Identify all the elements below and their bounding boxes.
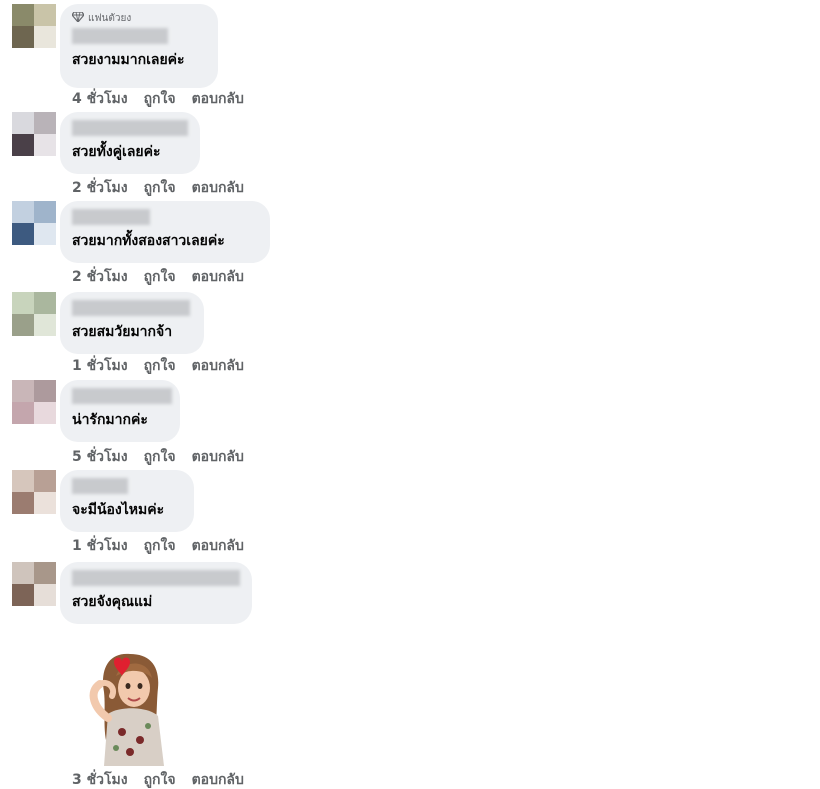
reply-button[interactable]: ตอบกลับ — [192, 269, 244, 285]
avatar-pixel — [34, 201, 56, 223]
reply-button[interactable]: ตอบกลับ — [192, 449, 244, 465]
diamond-icon — [72, 12, 84, 22]
comment-text: จะมีน้องไหมค่ะ — [72, 502, 165, 518]
avatar-pixel — [12, 134, 34, 156]
avatar-pixel — [12, 26, 34, 48]
avatar[interactable] — [12, 562, 56, 606]
like-button[interactable]: ถูกใจ — [144, 269, 176, 285]
comment-text: สวยทั้งคู่เลยค่ะ — [72, 144, 161, 160]
avatar-pixel — [12, 380, 34, 402]
comment-text: สวยสมวัยมากจ้า — [72, 324, 173, 340]
comment-text: น่ารักมากค่ะ — [72, 412, 148, 428]
avatar[interactable] — [12, 201, 56, 245]
avatar[interactable] — [12, 112, 56, 156]
like-button[interactable]: ถูกใจ — [144, 91, 176, 107]
comment-text: สวยงามมากเลยค่ะ — [72, 52, 185, 68]
reply-button[interactable]: ตอบกลับ — [192, 180, 244, 196]
commenter-name-blurred[interactable] — [72, 28, 168, 44]
avatar-pixel — [12, 562, 34, 584]
comment-bubble: แฟนตัวยง สวยงามมากเลยค่ะ — [60, 4, 218, 88]
avatar-pixel — [12, 112, 34, 134]
like-button[interactable]: ถูกใจ — [144, 358, 176, 374]
commenter-name-blurred[interactable] — [72, 300, 190, 316]
avatar[interactable] — [12, 380, 56, 424]
avatar-pixel — [34, 26, 56, 48]
comment-actions: 2 ชั่วโมง ถูกใจ ตอบกลับ — [72, 268, 260, 286]
avatar-pixel — [34, 470, 56, 492]
avatar-pixel — [12, 470, 34, 492]
commenter-name-blurred[interactable] — [72, 478, 128, 494]
comment-bubble: สวยจังคุณแม่ — [60, 562, 252, 624]
comment-actions: 2 ชั่วโมง ถูกใจ ตอบกลับ — [72, 179, 260, 197]
avatar-pixel — [12, 492, 34, 514]
avatar-pixel — [12, 4, 34, 26]
comment-actions: 1 ชั่วโมง ถูกใจ ตอบกลับ — [72, 537, 260, 555]
avatar-pixel — [12, 314, 34, 336]
reply-button[interactable]: ตอบกลับ — [192, 358, 244, 374]
comment-time[interactable]: 2 ชั่วโมง — [72, 180, 128, 196]
comment-text: สวยจังคุณแม่ — [72, 594, 153, 610]
avatar-pixel — [34, 314, 56, 336]
like-button[interactable]: ถูกใจ — [144, 449, 176, 465]
like-button[interactable]: ถูกใจ — [144, 538, 176, 554]
commenter-name-blurred[interactable] — [72, 120, 188, 136]
comment-actions: 3 ชั่วโมง ถูกใจ ตอบกลับ — [72, 771, 260, 789]
avatar[interactable] — [12, 4, 56, 48]
avatar-pixel — [12, 223, 34, 245]
avatar-pixel — [34, 584, 56, 606]
commenter-name-blurred[interactable] — [72, 209, 150, 225]
comment-time[interactable]: 5 ชั่วโมง — [72, 449, 128, 465]
comment-time[interactable]: 1 ชั่วโมง — [72, 538, 128, 554]
avatar-pixel — [12, 292, 34, 314]
like-button[interactable]: ถูกใจ — [144, 180, 176, 196]
avatar-pixel — [12, 402, 34, 424]
comment-bubble: สวยทั้งคู่เลยค่ะ — [60, 112, 200, 174]
avatar-pixel — [34, 402, 56, 424]
avatar-pixel — [34, 562, 56, 584]
comment-bubble: สวยสมวัยมากจ้า — [60, 292, 204, 354]
top-fan-badge: แฟนตัวยง — [72, 12, 206, 26]
comment-text: สวยมากทั้งสองสาวเลยค่ะ — [72, 233, 225, 249]
avatar-pixel — [12, 584, 34, 606]
comment-time[interactable]: 2 ชั่วโมง — [72, 269, 128, 285]
comment-time[interactable]: 4 ชั่วโมง — [72, 91, 128, 107]
commenter-name-blurred[interactable] — [72, 570, 240, 586]
avatar-pixel — [34, 4, 56, 26]
avatar-pixel — [34, 492, 56, 514]
comment-bubble: จะมีน้องไหมค่ะ — [60, 470, 194, 532]
avatar-pixel — [34, 292, 56, 314]
avatar-pixel — [34, 380, 56, 402]
avatar-pixel — [34, 134, 56, 156]
comment-time[interactable]: 3 ชั่วโมง — [72, 772, 128, 788]
avatar-pixel — [34, 223, 56, 245]
avatar-pixel — [34, 112, 56, 134]
avatar[interactable] — [12, 292, 56, 336]
reply-button[interactable]: ตอบกลับ — [192, 772, 244, 788]
reply-button[interactable]: ตอบกลับ — [192, 91, 244, 107]
commenter-name-blurred[interactable] — [72, 388, 172, 404]
avatar[interactable] — [12, 470, 56, 514]
comment-bubble: น่ารักมากค่ะ — [60, 380, 180, 442]
comment-actions: 4 ชั่วโมง ถูกใจ ตอบกลับ — [72, 90, 260, 108]
comment-actions: 5 ชั่วโมง ถูกใจ ตอบกลับ — [72, 448, 260, 466]
reply-button[interactable]: ตอบกลับ — [192, 538, 244, 554]
avatar-pixel — [12, 201, 34, 223]
comment-actions: 1 ชั่วโมง ถูกใจ ตอบกลับ — [72, 357, 260, 375]
like-button[interactable]: ถูกใจ — [144, 772, 176, 788]
sticker-woman-heart-icon[interactable] — [78, 648, 184, 766]
comment-time[interactable]: 1 ชั่วโมง — [72, 358, 128, 374]
badge-label: แฟนตัวยง — [88, 13, 132, 24]
comment-bubble: สวยมากทั้งสองสาวเลยค่ะ — [60, 201, 270, 263]
